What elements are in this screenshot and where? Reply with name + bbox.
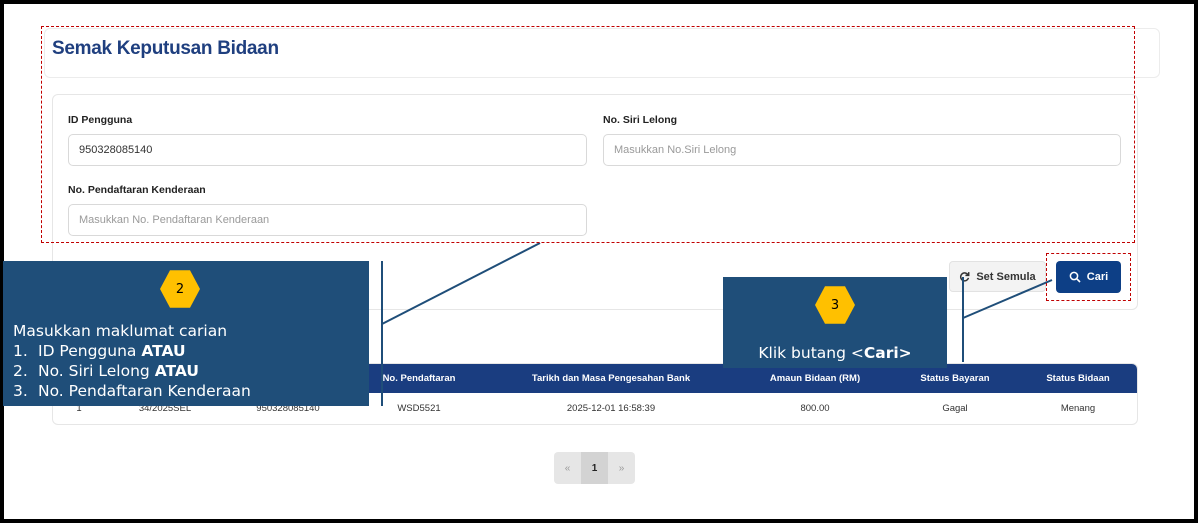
item-text: No. Siri Lelong ATAU (38, 361, 199, 381)
item-emphasis: ATAU (141, 342, 186, 360)
item-emphasis: ATAU (154, 362, 199, 380)
callout-step-2-item: 2. No. Siri Lelong ATAU (13, 361, 251, 381)
cell-tarikh-masa: 2025-12-01 16:58:39 (566, 403, 656, 414)
item-text: ID Pengguna ATAU (38, 341, 186, 361)
callout-step-3-emphasis: Cari> (863, 344, 912, 362)
step-3-badge: 3 (815, 286, 855, 324)
step-2-badge: 2 (160, 270, 200, 308)
pagination-prev[interactable]: « (554, 452, 581, 484)
callout-step-2-item: 3. No. Pendaftaran Kenderaan (13, 381, 251, 401)
search-button[interactable]: Cari (1056, 261, 1121, 293)
no-pendaftaran-label: No. Pendaftaran Kenderaan (68, 184, 206, 196)
id-pengguna-input[interactable] (68, 134, 587, 166)
item-label: ID Pengguna (38, 342, 142, 360)
cell-status-bidaan: Menang (1060, 403, 1096, 414)
item-label: No. Siri Lelong (38, 362, 155, 380)
pagination: « 1 » (554, 452, 635, 484)
cell-no-pendaftaran: WSD5521 (397, 403, 441, 414)
cell-status-bayaran: Gagal (942, 403, 968, 414)
search-label: Cari (1086, 271, 1109, 283)
pagination-page-1[interactable]: 1 (581, 452, 608, 484)
reset-button[interactable]: Set Semula (949, 261, 1046, 292)
no-pendaftaran-input[interactable] (68, 204, 587, 236)
no-siri-lelong-label: No. Siri Lelong (603, 114, 678, 126)
no-siri-lelong-input[interactable] (603, 134, 1121, 166)
page-title: Semak Keputusan Bidaan (52, 38, 279, 59)
th-status-bidaan: Status Bidaan (1046, 373, 1110, 384)
cell-amaun-bidaan: 800.00 (800, 403, 830, 414)
callout-step-3: 3 Klik butang <Cari> (723, 277, 947, 368)
callout-step-2-text: Masukkan maklumat carian 1. ID Pengguna … (13, 321, 251, 401)
item-text: No. Pendaftaran Kenderaan (38, 381, 251, 401)
refresh-icon (960, 272, 970, 282)
th-amaun-bidaan: Amaun Bidaan (RM) (769, 373, 861, 384)
item-label: No. Pendaftaran Kenderaan (38, 382, 251, 400)
search-icon (1069, 271, 1081, 283)
th-status-bayaran: Status Bayaran (920, 373, 990, 384)
callout-step-3-label: Klik butang < (758, 344, 864, 362)
item-number: 3. (13, 382, 28, 400)
callout-step-2-item: 1. ID Pengguna ATAU (13, 341, 251, 361)
th-no-pendaftaran: No. Pendaftaran (382, 373, 456, 384)
callout-step-2-title: Masukkan maklumat carian (13, 322, 228, 340)
item-number: 2. (13, 362, 28, 380)
item-number: 1. (13, 342, 28, 360)
callout-step-2: 2 Masukkan maklumat carian 1. ID Penggun… (3, 261, 369, 406)
th-tarikh-masa: Tarikh dan Masa Pengesahan Bank (531, 373, 691, 384)
id-pengguna-label: ID Pengguna (68, 114, 133, 126)
pagination-next[interactable]: » (608, 452, 635, 484)
callout-step-3-text: Klik butang <Cari> (723, 344, 947, 362)
reset-label: Set Semula (976, 270, 1036, 283)
